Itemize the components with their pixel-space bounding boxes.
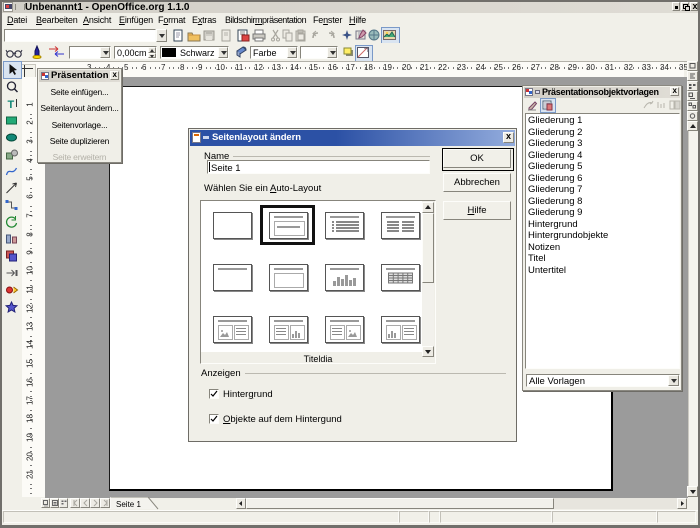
svg-text:T: T xyxy=(8,99,15,110)
